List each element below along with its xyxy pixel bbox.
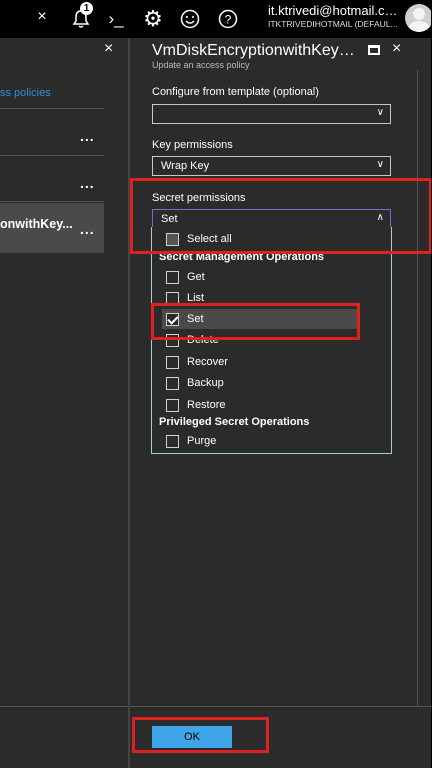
scrollbar[interactable] <box>417 70 418 706</box>
divider <box>0 706 128 707</box>
gear-icon[interactable]: ⚙ <box>138 4 168 34</box>
user-email: it.ktrivedi@hotmail.co... <box>268 3 402 18</box>
template-dropdown[interactable]: ∨ <box>152 104 391 124</box>
option-get[interactable]: Get <box>166 267 366 287</box>
secret-permissions-list: Select all Secret Management Operations … <box>151 227 392 454</box>
avatar[interactable] <box>405 4 432 32</box>
divider <box>0 155 104 156</box>
annotation-highlight <box>151 303 360 340</box>
divider <box>0 201 104 202</box>
checkbox[interactable] <box>166 355 179 369</box>
option-label: Get <box>187 271 205 283</box>
annotation-highlight <box>130 178 432 254</box>
key-permissions-label: Key permissions <box>152 139 233 151</box>
more-icon[interactable]: ... <box>80 175 95 191</box>
list-item-selected[interactable]: onwithKey... ... <box>0 203 104 253</box>
option-backup[interactable]: Backup <box>166 373 366 393</box>
option-recover[interactable]: Recover <box>166 352 366 372</box>
divider <box>130 706 432 707</box>
close-icon[interactable]: × <box>104 40 113 58</box>
svg-text:?: ? <box>225 13 232 27</box>
help-icon[interactable]: ? <box>213 4 243 34</box>
option-label: Backup <box>187 377 224 389</box>
blade-subtitle: Update an access policy <box>152 60 250 70</box>
smiley-icon[interactable] <box>175 4 205 34</box>
checkbox[interactable] <box>166 398 179 412</box>
checkbox[interactable] <box>166 376 179 390</box>
key-permissions-dropdown[interactable]: Wrap Key ∨ <box>152 156 391 176</box>
list-item-label: onwithKey... <box>0 217 73 231</box>
access-policies-blade: × ss policies ... ... onwithKey... ... <box>0 38 128 768</box>
maximize-icon[interactable] <box>368 45 380 55</box>
chevron-down-icon: ∨ <box>376 107 384 118</box>
divider <box>0 108 104 109</box>
more-icon[interactable]: ... <box>80 221 95 237</box>
update-access-policy-blade: VmDiskEncryptionwithKeyVa... Update an a… <box>130 38 432 768</box>
option-purge[interactable]: Purge <box>166 431 366 451</box>
more-icon[interactable]: ... <box>80 128 95 144</box>
blade-title: VmDiskEncryptionwithKeyVa... <box>152 42 362 59</box>
user-account[interactable]: it.ktrivedi@hotmail.co... ITKTRIVEDIHOTM… <box>268 3 402 29</box>
access-policies-link[interactable]: ss policies <box>0 87 51 99</box>
chevron-down-icon: ∨ <box>376 159 384 170</box>
cloud-shell-icon[interactable]: ›_ <box>101 4 131 34</box>
group-heading: Privileged Secret Operations <box>159 416 310 428</box>
checkbox[interactable] <box>166 270 179 284</box>
user-directory: ITKTRIVEDIHOTMAIL (DEFAUL... <box>268 19 398 29</box>
notification-badge: 1 <box>80 2 93 15</box>
option-label: Restore <box>187 399 226 411</box>
close-icon[interactable]: × <box>32 8 52 26</box>
option-label: Recover <box>187 356 228 368</box>
close-icon[interactable]: × <box>392 40 401 58</box>
template-label: Configure from template (optional) <box>152 86 319 98</box>
top-bar: × 1 ›_ ⚙ ? it.ktrivedi@hotmail.co... ITK… <box>0 0 432 38</box>
key-permissions-value: Wrap Key <box>161 160 210 172</box>
checkbox[interactable] <box>166 434 179 448</box>
option-restore[interactable]: Restore <box>166 395 366 415</box>
annotation-highlight <box>132 717 269 753</box>
option-label: Purge <box>187 435 217 447</box>
